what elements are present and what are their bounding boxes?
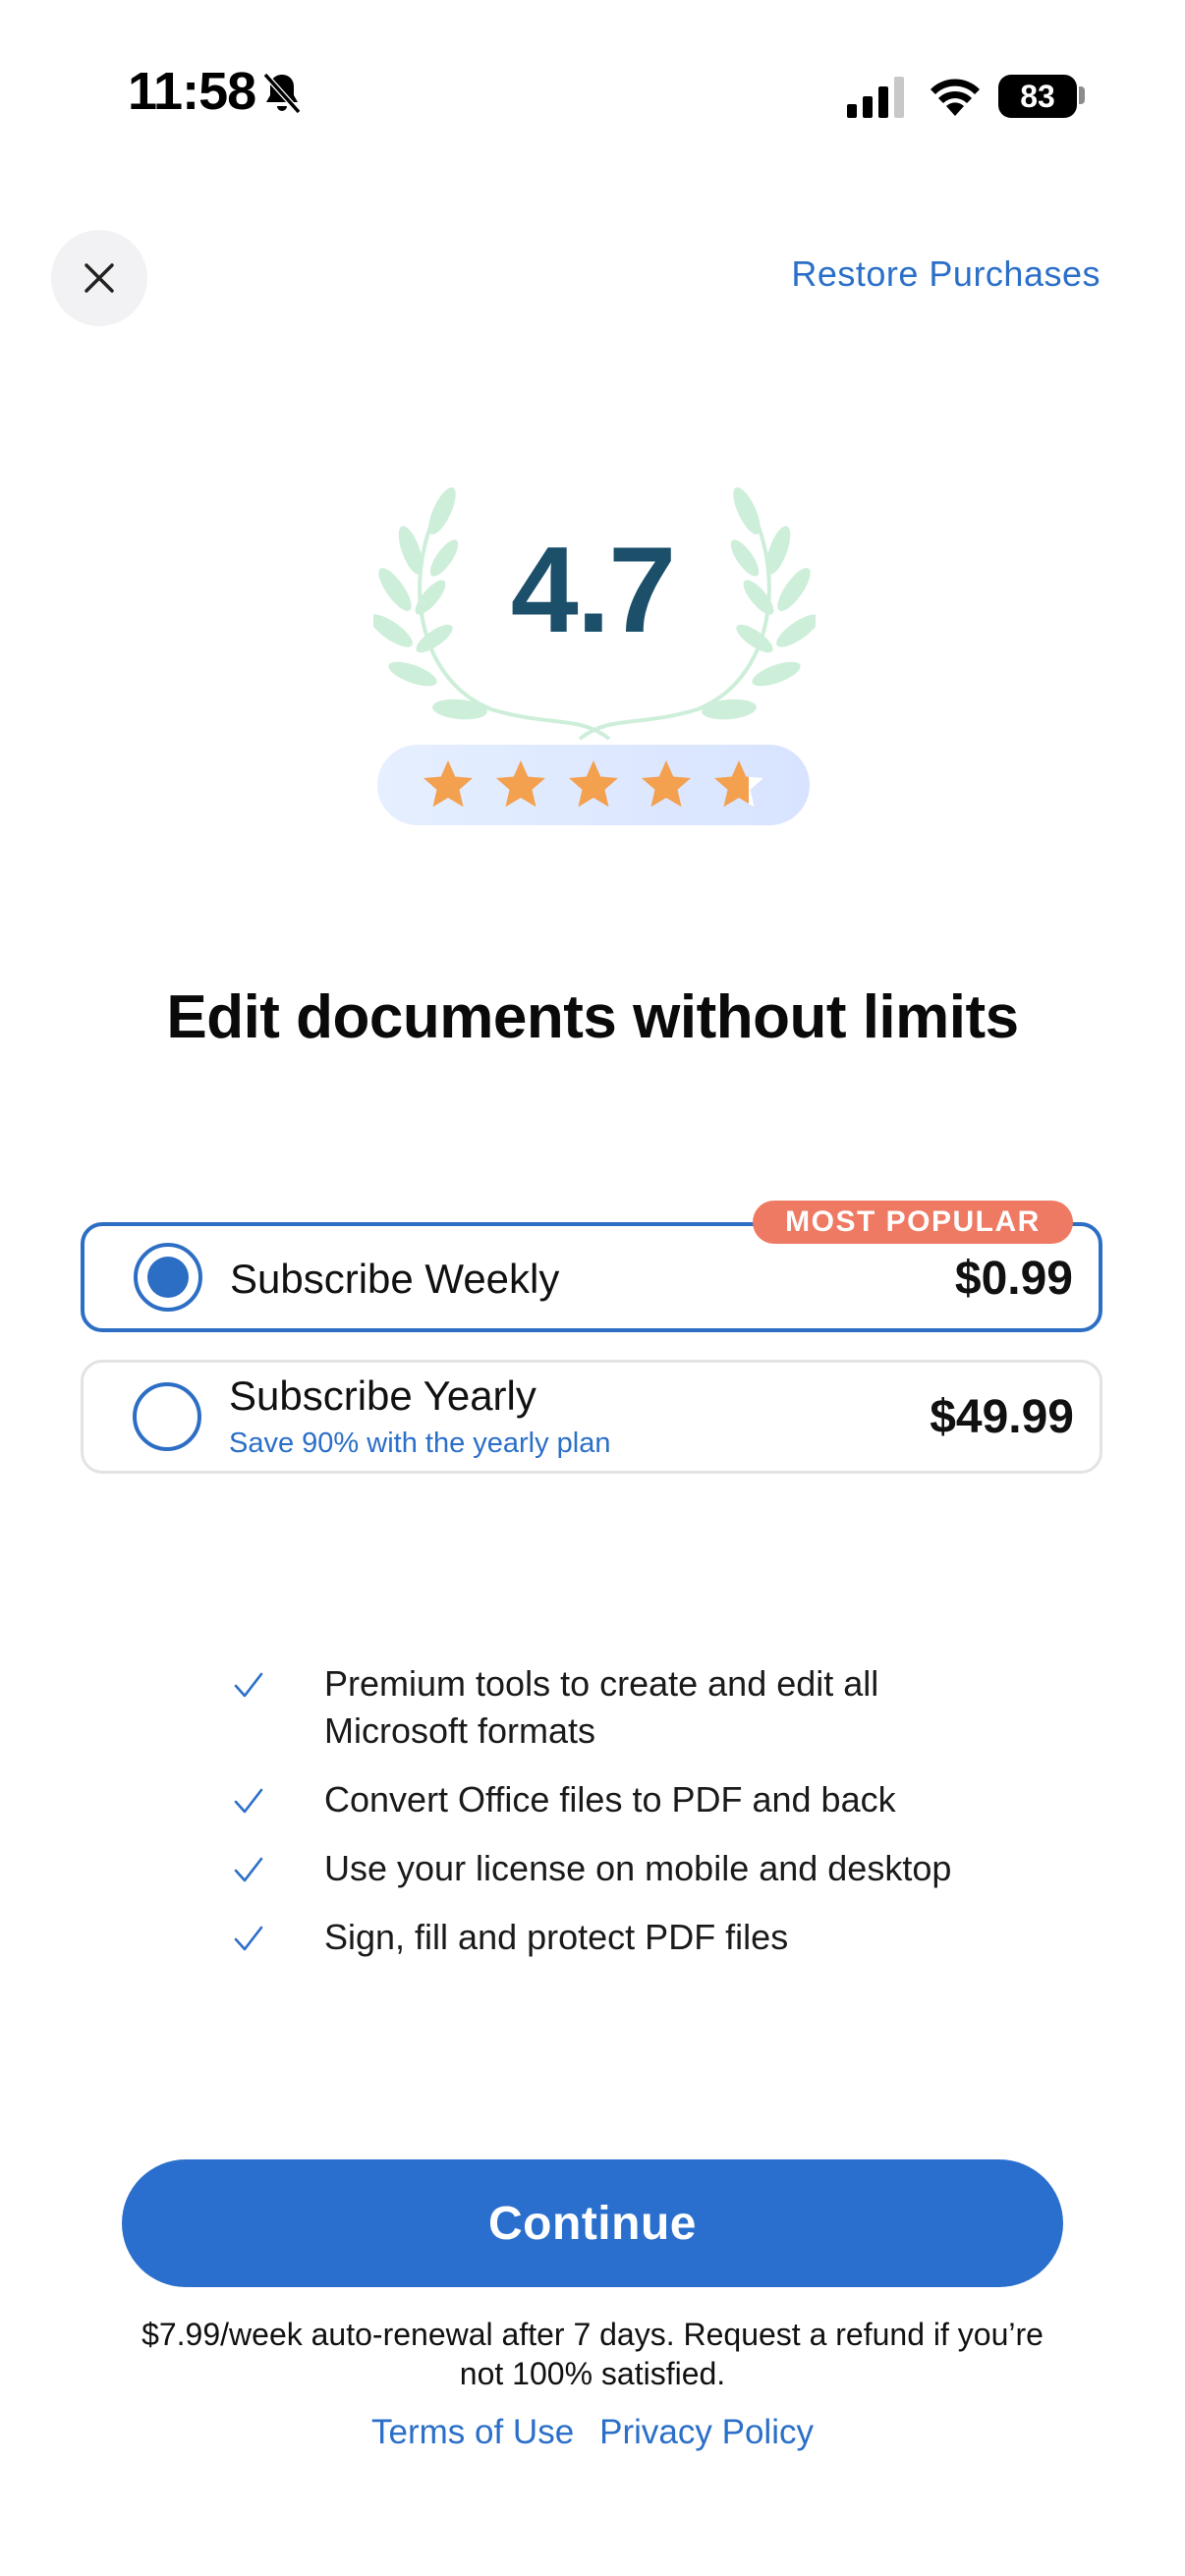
radio-dot	[147, 1257, 189, 1298]
close-icon	[85, 263, 114, 293]
bell-muted-icon	[262, 72, 302, 115]
most-popular-badge: MOST POPULAR	[753, 1201, 1073, 1244]
page-title: Edit documents without limits	[166, 983, 1019, 1051]
list-item: Use your license on mobile and desktop	[232, 1845, 1038, 1892]
radio-selected[interactable]	[134, 1243, 202, 1312]
restore-purchases-link[interactable]: Restore Purchases	[791, 253, 1100, 295]
battery-indicator: 83	[998, 75, 1077, 118]
list-item: Convert Office files to PDF and back	[232, 1776, 1038, 1823]
continue-button[interactable]: Continue	[122, 2159, 1063, 2287]
renewal-disclaimer: $7.99/week auto-renewal after 7 days. Re…	[141, 2317, 1044, 2391]
star-rating	[377, 745, 810, 825]
checkmark-icon	[234, 1926, 263, 1951]
feature-text: Premium tools to create and edit all Mic…	[324, 1663, 879, 1751]
plan-price: $49.99	[930, 1391, 1074, 1443]
checkmark-icon	[234, 1857, 263, 1882]
status-time: 11:58	[128, 62, 256, 121]
battery-cap	[1079, 86, 1085, 104]
plan-subtitle: Save 90% with the yearly plan	[229, 1428, 611, 1459]
rating-value: 4.7	[510, 523, 676, 658]
feature-text: Convert Office files to PDF and back	[324, 1779, 896, 1820]
wifi-icon	[931, 79, 980, 116]
star-icon	[569, 760, 618, 808]
radio-unselected[interactable]	[133, 1382, 201, 1451]
plan-title: Subscribe Yearly	[229, 1372, 536, 1419]
terms-of-use-link[interactable]: Terms of Use	[371, 2413, 574, 2452]
cellular-signal-icon	[847, 77, 904, 118]
list-item: Sign, fill and protect PDF files	[232, 1914, 1038, 1961]
star-icon	[642, 760, 691, 808]
plan-price: $0.99	[954, 1253, 1073, 1305]
plan-title: Subscribe Weekly	[230, 1256, 560, 1302]
battery-level: 83	[1020, 78, 1055, 114]
star-icon	[496, 760, 545, 808]
plan-option-yearly[interactable]: Subscribe Yearly Save 90% with the yearl…	[81, 1360, 1102, 1474]
feature-text: Sign, fill and protect PDF files	[324, 1917, 789, 1957]
list-item: Premium tools to create and edit all Mic…	[232, 1660, 1038, 1755]
footer-links: Terms of Use Privacy Policy	[0, 2413, 1185, 2452]
feature-list: Premium tools to create and edit all Mic…	[232, 1660, 1038, 1983]
checkmark-icon	[234, 1672, 263, 1698]
partial-star-icon	[714, 760, 763, 808]
checkmark-icon	[234, 1788, 263, 1814]
star-icon	[423, 760, 473, 808]
privacy-policy-link[interactable]: Privacy Policy	[599, 2413, 814, 2452]
feature-text: Use your license on mobile and desktop	[324, 1848, 952, 1888]
close-button[interactable]	[51, 230, 147, 326]
